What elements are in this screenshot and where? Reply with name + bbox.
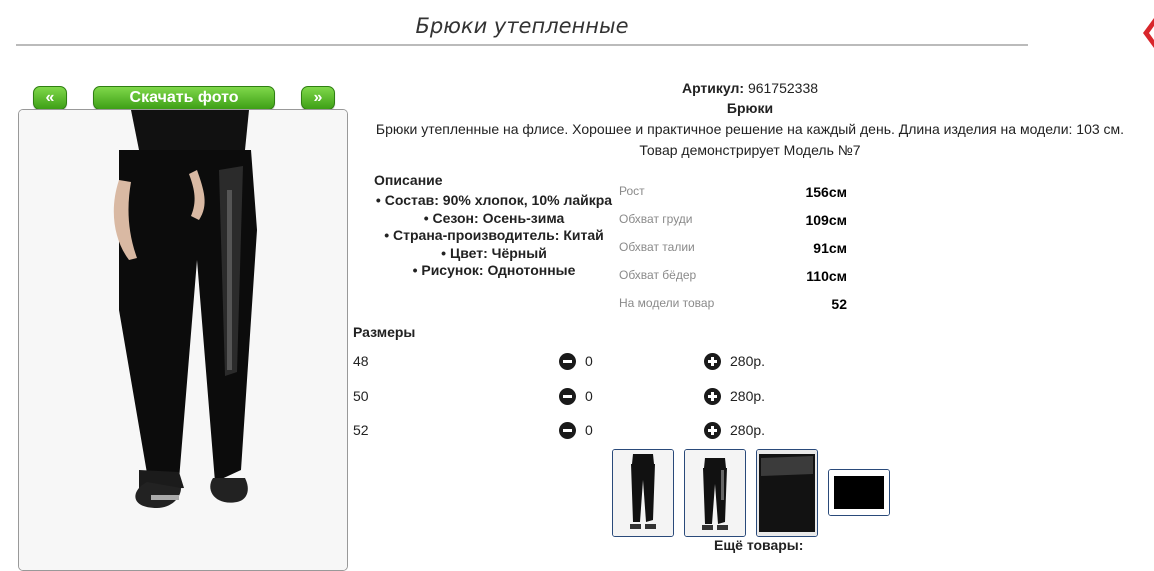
thumbnail-detail-image [757, 450, 817, 536]
size-label: 48 [353, 353, 369, 369]
thumbnail-side[interactable] [684, 449, 746, 537]
thumbnail-fabric-image [829, 470, 889, 515]
title-divider [16, 44, 1028, 46]
param-row: На модели товар 52 [619, 296, 847, 324]
thumbnail-front-image [613, 450, 673, 536]
description-item: Сезон: Осень-зима [360, 210, 628, 228]
article-line: Артикул: 961752338 [350, 80, 1150, 96]
page-title: Брюки утепленные [415, 14, 629, 38]
model-params-table: Рост 156см Обхват груди 109см Обхват тал… [619, 184, 847, 324]
param-label: Рост [619, 184, 645, 198]
param-value: 52 [831, 296, 847, 312]
param-label: Обхват груди [619, 212, 693, 226]
param-value: 91см [813, 240, 847, 256]
param-value: 109см [805, 212, 847, 228]
thumbnail-front[interactable] [612, 449, 674, 537]
plus-icon[interactable] [704, 353, 721, 370]
description-item: Страна-производитель: Китай [360, 227, 628, 245]
chevron-left-icon[interactable] [1140, 18, 1154, 48]
minus-icon[interactable] [559, 353, 576, 370]
param-row: Обхват бёдер 110см [619, 268, 847, 296]
description-item: Состав: 90% хлопок, 10% лайкра [360, 192, 628, 210]
description-list: Состав: 90% хлопок, 10% лайкра Сезон: Ос… [360, 192, 628, 280]
param-value: 110см [806, 268, 847, 284]
param-label: Обхват талии [619, 240, 695, 254]
price-value: 280р. [730, 422, 766, 438]
download-photo-button[interactable]: Скачать фото [93, 86, 275, 110]
article-label: Артикул: [681, 80, 745, 96]
param-row: Обхват груди 109см [619, 212, 847, 240]
price-value: 280р. [730, 388, 766, 404]
thumbnail-side-image [685, 450, 745, 536]
minus-icon[interactable] [559, 422, 576, 439]
param-row: Обхват талии 91см [619, 240, 847, 268]
price-value: 280р. [730, 353, 766, 369]
description-heading: Описание [374, 172, 443, 188]
main-product-photo[interactable] [18, 109, 348, 571]
size-label: 52 [353, 422, 369, 438]
thumbnail-detail[interactable] [756, 449, 818, 537]
quantity-value: 0 [585, 388, 593, 404]
product-description: Брюки утепленные на флисе. Хорошее и пра… [375, 121, 1125, 137]
plus-icon[interactable] [704, 388, 721, 405]
size-label: 50 [353, 388, 369, 404]
more-products-heading: Ещё товары: [714, 537, 804, 553]
size-row: 50 0 280р. [353, 388, 773, 408]
product-type: Брюки [726, 100, 774, 116]
model-note: Товар демонстрирует Модель №7 [639, 142, 861, 158]
size-row: 48 0 280р. [353, 353, 773, 373]
quantity-value: 0 [585, 353, 593, 369]
thumbnail-fabric[interactable] [828, 469, 890, 516]
param-row: Рост 156см [619, 184, 847, 212]
param-label: На модели товар [619, 296, 715, 310]
param-value: 156см [805, 184, 847, 200]
size-row: 52 0 280р. [353, 422, 773, 442]
pants-illustration [19, 110, 347, 570]
prev-photo-button[interactable]: « [33, 86, 67, 110]
description-item: Рисунок: Однотонные [360, 262, 628, 280]
next-photo-button[interactable]: » [301, 86, 335, 110]
article-value: 961752338 [747, 80, 819, 96]
param-label: Обхват бёдер [619, 268, 697, 282]
plus-icon[interactable] [704, 422, 721, 439]
description-item: Цвет: Чёрный [360, 245, 628, 263]
quantity-value: 0 [585, 422, 593, 438]
sizes-heading: Размеры [353, 324, 416, 340]
minus-icon[interactable] [559, 388, 576, 405]
